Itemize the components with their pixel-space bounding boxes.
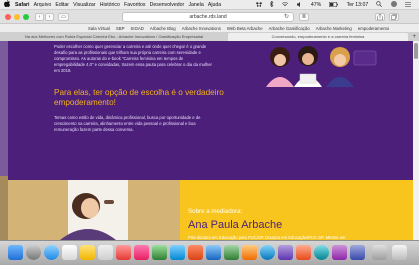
safari-icon[interactable] bbox=[44, 245, 59, 260]
word-icon[interactable] bbox=[206, 245, 221, 260]
bookmark-arbache-innovations[interactable]: Arbache Innovations bbox=[182, 26, 221, 31]
downloads-folder-icon[interactable] bbox=[372, 245, 387, 260]
mediator-photo bbox=[8, 180, 180, 240]
macos-menubar: Safari Arquivo Editar Visualizar Históri… bbox=[0, 0, 419, 10]
minimize-window-button[interactable] bbox=[14, 14, 20, 20]
address-bar-url: arbache.rds.land bbox=[189, 14, 227, 20]
zoom-window-button[interactable] bbox=[23, 14, 29, 20]
menu-favoritos[interactable]: Favoritos bbox=[124, 2, 145, 8]
left-edge-photo-strip bbox=[0, 176, 8, 240]
bookmark-web-beta-arbache[interactable]: Web Beta Arbache bbox=[227, 26, 263, 31]
battery-percent[interactable]: 47% bbox=[311, 2, 321, 8]
facetime-icon[interactable] bbox=[152, 245, 167, 260]
notification-center-icon[interactable] bbox=[404, 1, 411, 9]
app-icon-1[interactable] bbox=[188, 245, 203, 260]
user-avatar[interactable] bbox=[390, 1, 397, 9]
browser-toolbar: ‹ › ▭ arbache.rds.land ↻ ≣ bbox=[0, 10, 419, 24]
excel-icon[interactable] bbox=[224, 245, 239, 260]
address-bar[interactable]: arbache.rds.land ↻ bbox=[122, 12, 294, 22]
tab-empoderamento[interactable]: Conversando, empoderamento e a carreira … bbox=[228, 33, 408, 41]
bookmark-sbp[interactable]: SBP bbox=[116, 26, 125, 31]
menu-historico[interactable]: Histórico bbox=[100, 2, 120, 8]
forward-button[interactable]: › bbox=[45, 13, 54, 21]
tab-gamificacao[interactable]: Na dos Melhores com Rubia Especial Carre… bbox=[0, 33, 228, 41]
menu-ajuda[interactable]: Ajuda bbox=[208, 2, 221, 8]
app-icon-4[interactable] bbox=[296, 245, 311, 260]
battery-icon[interactable] bbox=[329, 1, 339, 9]
menu-arquivo[interactable]: Arquivo bbox=[34, 2, 52, 8]
menubar-clock[interactable]: Ter 13:07 bbox=[347, 2, 369, 8]
app-icon-5[interactable] bbox=[332, 245, 347, 260]
menu-janela[interactable]: Janela bbox=[188, 2, 203, 8]
sidebar-button[interactable]: ▭ bbox=[58, 13, 69, 21]
bookmark-arbache-blog[interactable]: Arbache Blog bbox=[150, 26, 176, 31]
scrollbar-thumb[interactable] bbox=[414, 43, 418, 59]
calendar-icon[interactable] bbox=[62, 245, 77, 260]
section-heading: Para elas, ter opção de escolha é o verd… bbox=[54, 88, 224, 108]
apple-menu-icon[interactable] bbox=[4, 0, 11, 9]
bookmark-arbache-marketing[interactable]: Arbache Marketing bbox=[316, 26, 352, 31]
app-icon-3[interactable] bbox=[278, 245, 293, 260]
app-store-icon[interactable] bbox=[260, 245, 275, 260]
intro-paragraph: Poder escolher como quer gerenciar a car… bbox=[54, 44, 212, 73]
bluetooth-icon[interactable] bbox=[270, 0, 274, 9]
notes-icon[interactable] bbox=[80, 245, 95, 260]
finder-icon[interactable] bbox=[8, 245, 23, 260]
page-scrollbar[interactable] bbox=[413, 41, 419, 240]
wifi-icon[interactable] bbox=[282, 1, 289, 9]
trash-icon[interactable] bbox=[392, 245, 407, 260]
mediator-name: Ana Paula Arbache bbox=[188, 219, 283, 231]
reload-button[interactable]: ↻ bbox=[284, 13, 289, 21]
tabs-overview-button[interactable] bbox=[389, 13, 399, 21]
menubar-status-area: 47% Ter 13:07 bbox=[252, 0, 415, 10]
back-button[interactable]: ‹ bbox=[35, 13, 44, 21]
launchpad-icon[interactable] bbox=[26, 245, 41, 260]
close-window-button[interactable] bbox=[5, 14, 11, 20]
bookmark-empoderamento[interactable]: empoderamento bbox=[358, 26, 389, 31]
favorites-bar: Sala Virtual SBP SIGAD Arbache Blog Arba… bbox=[0, 24, 419, 33]
dropbox-icon[interactable] bbox=[256, 1, 263, 9]
chrome-icon[interactable] bbox=[314, 245, 329, 260]
menu-desenvolvedor[interactable]: Desenvolvedor bbox=[150, 2, 185, 8]
women-illustration bbox=[266, 46, 377, 87]
app-icon-2[interactable] bbox=[242, 245, 257, 260]
photos-icon[interactable] bbox=[98, 245, 113, 260]
share-button[interactable] bbox=[375, 13, 385, 21]
app-icon-6[interactable] bbox=[350, 245, 365, 260]
bookmark-sigad[interactable]: SIGAD bbox=[131, 26, 144, 31]
skype-icon[interactable] bbox=[170, 245, 185, 260]
bookmark-sala-virtual[interactable]: Sala Virtual bbox=[88, 26, 110, 31]
topics-paragraph: Temas como estilo de vida, dinâmica prof… bbox=[54, 115, 201, 132]
reader-button[interactable]: ≣ bbox=[299, 13, 309, 21]
menu-visualizar[interactable]: Visualizar bbox=[73, 2, 95, 8]
macos-dock bbox=[0, 240, 419, 265]
music-icon[interactable] bbox=[134, 245, 149, 260]
new-tab-button[interactable]: + bbox=[412, 33, 416, 41]
bookmark-arbache-gamificacao[interactable]: Arbache Gamificação bbox=[269, 26, 310, 31]
menu-editar[interactable]: Editar bbox=[55, 2, 69, 8]
mediator-label: Sobre a mediadora: bbox=[188, 208, 243, 215]
left-edge-strip bbox=[0, 41, 8, 180]
tab-bar: Na dos Melhores com Rubia Especial Carre… bbox=[0, 33, 419, 41]
menu-app-safari[interactable]: Safari bbox=[15, 2, 29, 8]
spotlight-search-icon[interactable] bbox=[376, 1, 383, 9]
powerpoint-icon[interactable] bbox=[116, 245, 131, 260]
volume-icon[interactable] bbox=[296, 1, 303, 9]
